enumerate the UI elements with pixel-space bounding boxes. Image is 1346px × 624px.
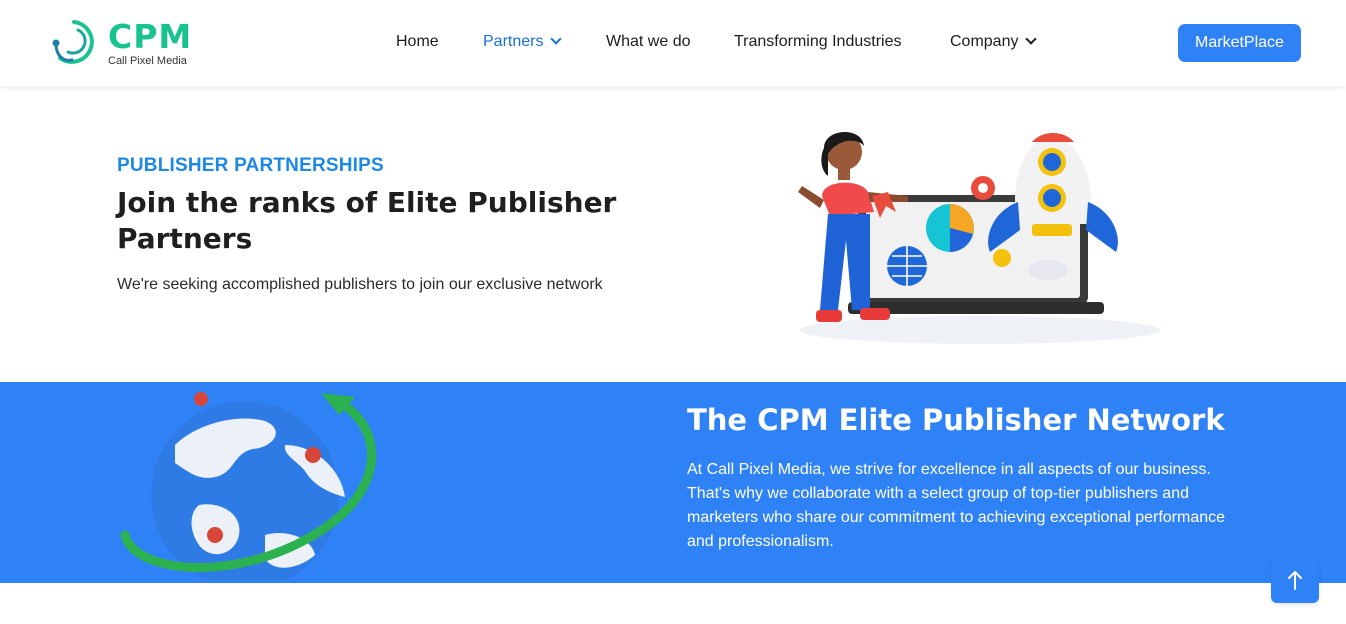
- nav-what-we-do[interactable]: What we do: [606, 32, 690, 52]
- nav-home[interactable]: Home: [396, 32, 439, 52]
- chevron-down-icon: [1025, 33, 1038, 45]
- brand-logo[interactable]: CPM Call Pixel Media: [50, 16, 210, 72]
- brand-tagline: Call Pixel Media: [108, 55, 187, 67]
- network-title: The CPM Elite Publisher Network: [687, 403, 1225, 437]
- brand-name: CPM: [108, 17, 193, 56]
- chevron-down-icon: [550, 33, 563, 45]
- hero-title: Join the ranks of Elite Publisher Partne…: [117, 186, 617, 255]
- nav-company-label: Company: [950, 33, 1019, 50]
- arrow-up-icon: [1288, 570, 1302, 590]
- nav-transforming-industries[interactable]: Transforming Industries: [734, 32, 901, 52]
- network-description: At Call Pixel Media, we strive for excel…: [687, 461, 1226, 550]
- nav-what-we-do-label: What we do: [606, 33, 691, 50]
- nav-home-label: Home: [396, 33, 439, 50]
- nav-partners[interactable]: Partners: [483, 32, 563, 52]
- marketplace-button[interactable]: MarketPlace: [1178, 24, 1301, 62]
- scroll-to-top-button[interactable]: [1271, 556, 1319, 603]
- hero-subtitle: We're seeking accomplished publishers to…: [117, 276, 603, 293]
- nav-company[interactable]: Company: [950, 32, 1038, 52]
- nav-partners-label: Partners: [483, 33, 544, 50]
- woman-laptop-rocket-illustration: [798, 131, 1160, 344]
- site-header: CPM Call Pixel Media Home Partners What …: [0, 0, 1346, 86]
- nav-transforming-industries-label: Transforming Industries: [734, 33, 902, 50]
- hero-eyebrow: PUBLISHER PARTNERSHIPS: [117, 155, 384, 176]
- globe-orbit-illustration: [120, 392, 376, 580]
- logo-mark-icon: [52, 20, 94, 64]
